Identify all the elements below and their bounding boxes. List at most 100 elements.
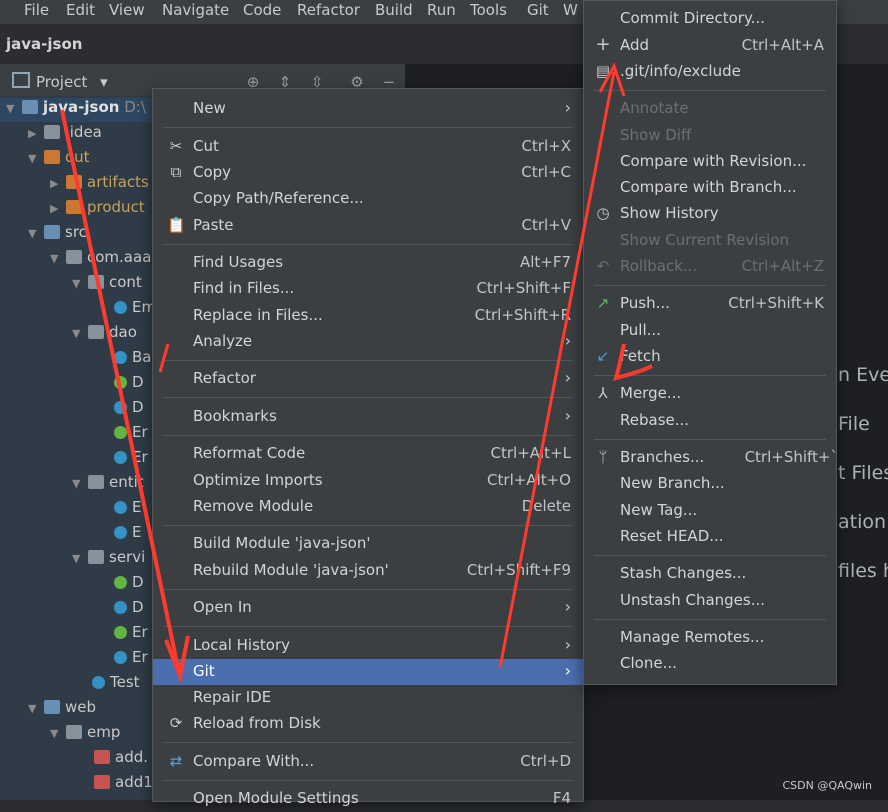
menu-navigate[interactable]: Navigate — [162, 1, 229, 19]
menu-item-analyze[interactable]: Analyze › — [153, 329, 583, 355]
menu-item-compare-with[interactable]: ⇄ Compare With... Ctrl+D — [153, 749, 583, 775]
tree-item[interactable]: ▼ servi — [72, 548, 145, 572]
git-rebase[interactable]: Rebase... — [584, 408, 836, 434]
chevron-down-icon[interactable]: ▼ — [28, 227, 42, 240]
chevron-down-icon[interactable]: ▼ — [28, 152, 42, 165]
menu-item-module-settings[interactable]: Open Module Settings F4 — [153, 786, 583, 812]
menu-code[interactable]: Code — [243, 1, 281, 19]
tree-item[interactable]: Test — [90, 673, 140, 697]
chevron-down-icon[interactable]: ▼ — [6, 102, 20, 115]
tree-item[interactable]: Er — [112, 648, 148, 672]
menu-refactor[interactable]: Refactor — [297, 1, 360, 19]
chevron-down-icon[interactable]: ▼ — [50, 727, 64, 740]
menu-view[interactable]: View — [109, 1, 145, 19]
git-rollback[interactable]: ↶ Rollback... Ctrl+Alt+Z — [584, 254, 836, 280]
tree-item[interactable]: add. — [92, 748, 148, 772]
tree-item[interactable]: Er — [112, 448, 148, 472]
separator — [163, 742, 573, 743]
menu-item-reformat-code[interactable]: Reformat Code Ctrl+Alt+L — [153, 441, 583, 467]
git-reset-head[interactable]: Reset HEAD... — [584, 524, 836, 550]
tree-item[interactable]: Ba — [112, 348, 151, 372]
project-view-dropdown[interactable]: Project ▾ — [12, 72, 108, 91]
git-compare-revision[interactable]: Compare with Revision... — [584, 149, 836, 175]
chevron-right-icon[interactable]: ▶ — [28, 127, 42, 140]
menu-item-reload-from-disk[interactable]: ⟳ Reload from Disk — [153, 711, 583, 737]
tree-item[interactable]: ▼ com.aaa — [50, 248, 151, 272]
tree-item[interactable]: ▼ src — [28, 223, 87, 247]
tree-item[interactable]: Em — [112, 298, 156, 322]
menu-item-remove-module[interactable]: Remove Module Delete — [153, 494, 583, 520]
chevron-down-icon[interactable]: ▼ — [72, 277, 86, 290]
tree-item[interactable]: Er — [112, 623, 148, 647]
menu-item-build-module[interactable]: Build Module 'java-json' — [153, 531, 583, 557]
git-add[interactable]: + Add Ctrl+Alt+A — [584, 33, 836, 59]
git-show-history[interactable]: ◷ Show History — [584, 201, 836, 227]
menu-item-paste[interactable]: 📋 Paste Ctrl+V — [153, 213, 583, 239]
git-pull[interactable]: Pull... — [584, 318, 836, 344]
tree-item[interactable]: ▼ web — [28, 698, 96, 722]
tree-item[interactable]: ▼ cont — [72, 273, 142, 297]
menu-item-open-in[interactable]: Open In › — [153, 595, 583, 621]
git-show-diff[interactable]: Show Diff — [584, 123, 836, 149]
menu-item-refactor[interactable]: Refactor › — [153, 366, 583, 392]
tree-item[interactable]: D — [112, 398, 144, 422]
chevron-right-icon[interactable]: ▶ — [50, 177, 64, 190]
menu-item-copy-path[interactable]: Copy Path/Reference... — [153, 186, 583, 212]
git-branches[interactable]: ᛘ Branches... Ctrl+Shift+` — [584, 445, 838, 471]
git-push[interactable]: ↗ Push... Ctrl+Shift+K — [584, 291, 836, 317]
tree-item[interactable]: D — [112, 373, 144, 397]
git-manage-remotes[interactable]: Manage Remotes... — [584, 625, 836, 651]
menu-item-replace-in-files[interactable]: Replace in Files... Ctrl+Shift+R — [153, 303, 583, 329]
git-merge[interactable]: ⅄ Merge... — [584, 381, 836, 407]
git-compare-branch[interactable]: Compare with Branch... — [584, 175, 836, 201]
menu-item-cut[interactable]: ✂ Cut Ctrl+X — [153, 134, 583, 160]
menu-item-new[interactable]: New › — [153, 96, 583, 122]
menu-item-find-in-files[interactable]: Find in Files... Ctrl+Shift+F — [153, 276, 583, 302]
tree-item[interactable]: ▶ artifacts — [50, 173, 149, 197]
menu-tools[interactable]: Tools — [470, 1, 507, 19]
git-commit-directory[interactable]: Commit Directory... — [584, 6, 836, 32]
menu-item-git[interactable]: Git › — [153, 659, 583, 685]
git-annotate[interactable]: Annotate — [584, 96, 836, 122]
git-clone[interactable]: Clone... — [584, 651, 836, 677]
menu-window[interactable]: W — [563, 1, 578, 19]
tree-item[interactable]: E — [112, 498, 141, 522]
menu-git[interactable]: Git — [527, 1, 549, 19]
menu-edit[interactable]: Edit — [66, 1, 95, 19]
git-stash[interactable]: Stash Changes... — [584, 561, 836, 587]
tree-item[interactable]: ▼ emp — [50, 723, 120, 747]
tree-item[interactable]: ▼ out — [28, 148, 90, 172]
git-new-tag[interactable]: New Tag... — [584, 498, 836, 524]
tree-item[interactable]: ▶ product — [50, 198, 145, 222]
chevron-down-icon[interactable]: ▼ — [72, 477, 86, 490]
tree-item[interactable]: ▶ .idea — [28, 123, 102, 147]
tree-item[interactable]: add1 — [92, 773, 153, 797]
git-fetch[interactable]: ↙ Fetch — [584, 344, 836, 370]
menu-item-find-usages[interactable]: Find Usages Alt+F7 — [153, 250, 583, 276]
tree-item[interactable]: Er — [112, 423, 148, 447]
menu-item-local-history[interactable]: Local History › — [153, 633, 583, 659]
tree-item[interactable]: D — [112, 598, 144, 622]
menu-item-rebuild-module[interactable]: Rebuild Module 'java-json' Ctrl+Shift+F9 — [153, 558, 583, 584]
tree-item[interactable]: E — [112, 523, 141, 547]
menu-item-copy[interactable]: ⧉ Copy Ctrl+C — [153, 160, 583, 186]
tree-item[interactable]: ▼ dao — [72, 323, 137, 347]
menu-file[interactable]: File — [24, 1, 49, 19]
tree-label: D — [132, 373, 144, 391]
chevron-down-icon[interactable]: ▼ — [72, 552, 86, 565]
git-exclude[interactable]: ▤ .git/info/exclude — [584, 59, 836, 85]
menu-run[interactable]: Run — [427, 1, 456, 19]
chevron-right-icon[interactable]: ▶ — [50, 202, 64, 215]
chevron-down-icon[interactable]: ▼ — [72, 327, 86, 340]
git-show-current-revision[interactable]: Show Current Revision — [584, 228, 836, 254]
git-unstash[interactable]: Unstash Changes... — [584, 588, 836, 614]
menu-item-repair-ide[interactable]: Repair IDE — [153, 685, 583, 711]
menu-build[interactable]: Build — [375, 1, 413, 19]
chevron-down-icon[interactable]: ▼ — [50, 252, 64, 265]
tree-item[interactable]: D — [112, 573, 144, 597]
git-new-branch[interactable]: New Branch... — [584, 471, 836, 497]
chevron-down-icon[interactable]: ▼ — [28, 702, 42, 715]
menu-item-bookmarks[interactable]: Bookmarks › — [153, 404, 583, 430]
menu-item-optimize-imports[interactable]: Optimize Imports Ctrl+Alt+O — [153, 468, 583, 494]
tree-item[interactable]: ▼ entit — [72, 473, 144, 497]
